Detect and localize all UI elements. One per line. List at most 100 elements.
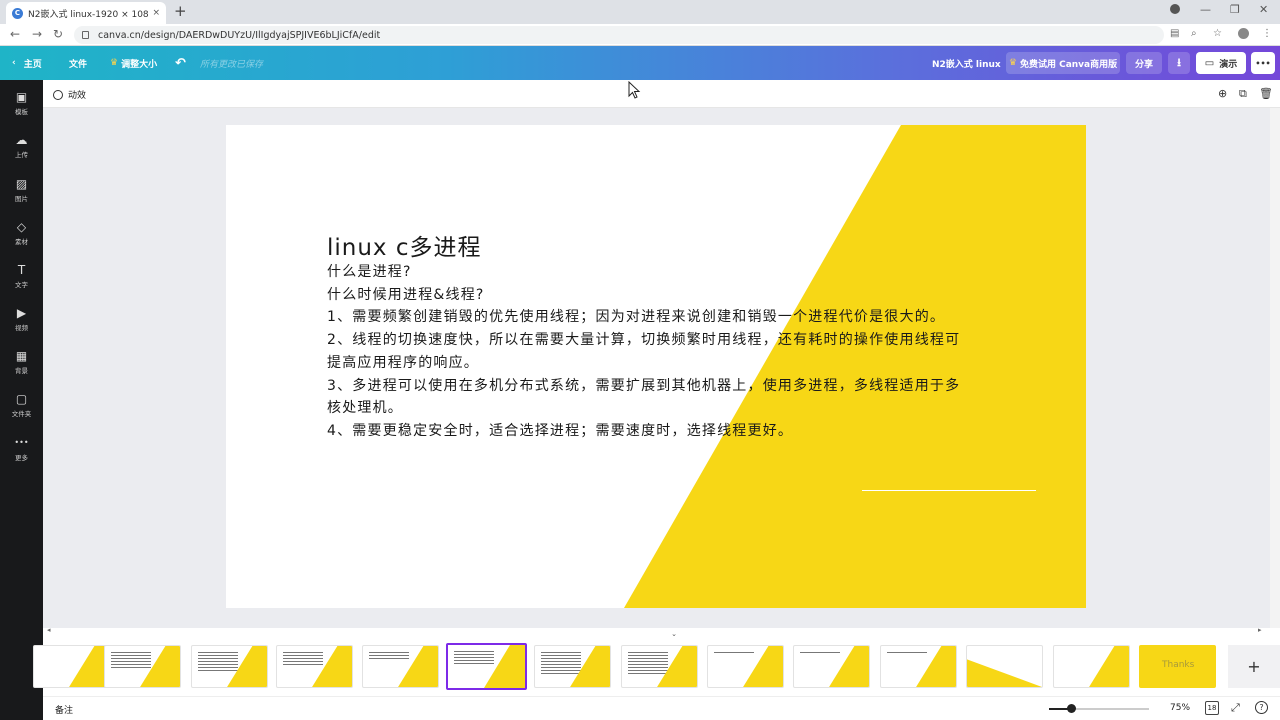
more-options-button[interactable]: ••• xyxy=(1251,52,1275,74)
fullscreen-icon[interactable]: ⤢ xyxy=(1231,701,1240,715)
sidebar-item-label: 视频 xyxy=(15,324,28,332)
editor-footer: 备注 75% 18 ⤢ ? xyxy=(43,696,1280,720)
duplicate-page-icon[interactable]: ⧉ xyxy=(1239,87,1247,101)
animate-button[interactable]: 动效 xyxy=(53,88,86,101)
file-menu-button[interactable]: 文件 xyxy=(69,46,87,80)
body-line: 1、需要频繁创建销毁的优先使用线程；因为对进程来说创建和销毁一个进程代价是很大的… xyxy=(327,309,946,326)
resize-label: 调整大小 xyxy=(121,59,158,70)
sidebar-item-elements[interactable]: ◇ 素材 xyxy=(0,220,43,246)
sidebar-item-uploads[interactable]: ☁ 上传 xyxy=(0,133,43,159)
help-icon[interactable]: ? xyxy=(1255,701,1268,714)
reload-button[interactable]: ↻ xyxy=(53,27,63,41)
page-thumbnail[interactable] xyxy=(1053,645,1130,688)
browser-tab-strip: C N2嵌入式 linux-1920 × 1080 p × + — ❐ ✕ xyxy=(0,0,1280,24)
body-line: 提高应用程序的响应。 xyxy=(327,354,479,371)
mouse-cursor-icon xyxy=(628,81,641,99)
add-page-icon[interactable]: ⊕ xyxy=(1218,87,1227,100)
sidebar-item-more[interactable]: ••• 更多 xyxy=(0,436,43,462)
add-page-button[interactable]: + xyxy=(1228,645,1280,688)
body-line: 核处理机。 xyxy=(327,400,403,417)
sidebar-item-label: 更多 xyxy=(15,454,28,462)
share-button[interactable]: 分享 xyxy=(1126,52,1162,74)
decorative-rule xyxy=(862,490,1036,491)
templates-icon: ▣ xyxy=(15,90,28,104)
body-line: 什么时候用进程&线程? xyxy=(327,286,485,303)
page-thumbnail-selected[interactable] xyxy=(446,643,527,690)
close-tab-icon[interactable]: × xyxy=(152,8,160,18)
new-tab-button[interactable]: + xyxy=(174,3,187,19)
page-thumbnail[interactable] xyxy=(621,645,698,688)
page-thumbnail[interactable] xyxy=(707,645,784,688)
present-button[interactable]: ▭ 演示 xyxy=(1196,52,1246,74)
body-line: 3、多进程可以使用在多机分布式系统，需要扩展到其他机器上，使用多进程，多线程适用… xyxy=(327,377,961,394)
design-name[interactable]: N2嵌入式 linux xyxy=(932,46,1001,80)
close-window-button[interactable]: ✕ xyxy=(1259,3,1268,16)
address-bar-row: ← → ↻ canva.cn/design/DAERDwDUYzU/IlIgdy… xyxy=(0,24,1280,46)
translate-icon[interactable]: ▤ xyxy=(1170,28,1179,39)
animate-label: 动效 xyxy=(68,91,87,101)
body-line: 4、需要更稳定安全时，适合选择进程；需要速度时，选择线程更好。 xyxy=(327,422,794,439)
sidebar-item-videos[interactable]: ▶ 视频 xyxy=(0,306,43,332)
thanks-thumb-text: Thanks xyxy=(1162,660,1195,670)
page-thumbnail[interactable] xyxy=(191,645,268,688)
sidebar-item-label: 文件夹 xyxy=(11,410,32,418)
crown-icon: ♛ xyxy=(110,58,119,68)
collapse-filmstrip-icon[interactable]: ⌄ xyxy=(659,630,689,638)
resize-button[interactable]: ♛ 调整大小 xyxy=(110,46,157,80)
browser-tab[interactable]: C N2嵌入式 linux-1920 × 1080 p × xyxy=(6,2,166,24)
profile-dot-icon[interactable] xyxy=(1170,4,1180,14)
text-icon: T xyxy=(17,263,26,277)
minimize-button[interactable]: — xyxy=(1200,3,1211,16)
page-thumbnail[interactable] xyxy=(966,645,1043,688)
scroll-left-icon[interactable]: ◂ xyxy=(47,626,51,634)
page-count-button[interactable]: 18 xyxy=(1205,701,1219,715)
maximize-button[interactable]: ❐ xyxy=(1230,3,1240,16)
home-label: 主页 xyxy=(23,59,42,70)
zoom-slider-handle[interactable] xyxy=(1067,704,1076,713)
zoom-icon[interactable]: ⌕ xyxy=(1191,28,1197,39)
page-thumbnail[interactable] xyxy=(880,645,957,688)
slide-canvas[interactable]: linux c多进程 什么是进程? 什么时候用进程&线程? 1、需要频繁创建销毁… xyxy=(226,125,1086,608)
page-thumbnail[interactable] xyxy=(33,645,110,688)
present-label: 演示 xyxy=(1219,59,1238,70)
page-thumbnail[interactable] xyxy=(534,645,611,688)
lock-icon xyxy=(82,31,89,39)
home-button[interactable]: ‹ 主页 xyxy=(12,46,42,80)
vertical-scrollbar[interactable] xyxy=(1270,108,1280,628)
sidebar-item-label: 上传 xyxy=(15,151,28,159)
body-line: 什么是进程? xyxy=(327,264,412,280)
page-thumbnail[interactable]: Thanks xyxy=(1139,645,1216,688)
present-icon: ▭ xyxy=(1204,57,1215,69)
sidebar-item-templates[interactable]: ▣ 模板 xyxy=(0,90,43,116)
sidebar-item-label: 模板 xyxy=(15,108,28,116)
zoom-slider[interactable] xyxy=(1049,704,1149,713)
url-field[interactable]: canva.cn/design/DAERDwDUYzU/IlIgdyajSPJI… xyxy=(74,26,1164,44)
profile-avatar[interactable] xyxy=(1238,28,1249,39)
cloud-upload-icon: ☁ xyxy=(15,133,28,147)
sidebar-item-backgrounds[interactable]: ▦ 背景 xyxy=(0,349,43,375)
slide-body-text[interactable]: 什么是进程? 什么时候用进程&线程? 1、需要频繁创建销毁的优先使用线程；因为对… xyxy=(327,261,1007,443)
background-pattern-icon: ▦ xyxy=(15,349,28,363)
page-thumbnail[interactable] xyxy=(793,645,870,688)
undo-button[interactable]: ↶ xyxy=(175,46,186,80)
page-filmstrip: ⌄ Thanks + xyxy=(33,630,1280,696)
sidebar-item-photos[interactable]: ▨ 图片 xyxy=(0,177,43,203)
forward-button[interactable]: → xyxy=(32,27,42,41)
page-thumbnail[interactable] xyxy=(104,645,181,688)
bookmark-star-icon[interactable]: ☆ xyxy=(1213,28,1222,39)
zoom-level[interactable]: 75% xyxy=(1170,703,1190,713)
page-thumbnail[interactable] xyxy=(276,645,353,688)
browser-menu-icon[interactable]: ⋮ xyxy=(1262,28,1272,39)
page-thumbnail[interactable] xyxy=(362,645,439,688)
editor-toolbar: ‹ 主页 文件 ♛ 调整大小 ↶ 所有更改已保存 N2嵌入式 linux ♛ 免… xyxy=(0,46,1280,80)
sidebar-item-folders[interactable]: ▢ 文件夹 xyxy=(0,392,43,418)
scroll-right-icon[interactable]: ▸ xyxy=(1258,626,1262,634)
sidebar-item-text[interactable]: T 文字 xyxy=(0,263,43,289)
download-button[interactable]: ⭳ xyxy=(1168,52,1190,74)
free-trial-button[interactable]: ♛ 免费试用 Canva商用版 xyxy=(1006,52,1120,74)
slide-title[interactable]: linux c多进程 xyxy=(327,228,482,262)
tab-title: N2嵌入式 linux-1920 × 1080 p xyxy=(28,9,149,20)
delete-page-icon[interactable]: 🗑 xyxy=(1259,87,1273,100)
back-button[interactable]: ← xyxy=(10,27,20,41)
notes-button[interactable]: 备注 xyxy=(55,703,73,716)
